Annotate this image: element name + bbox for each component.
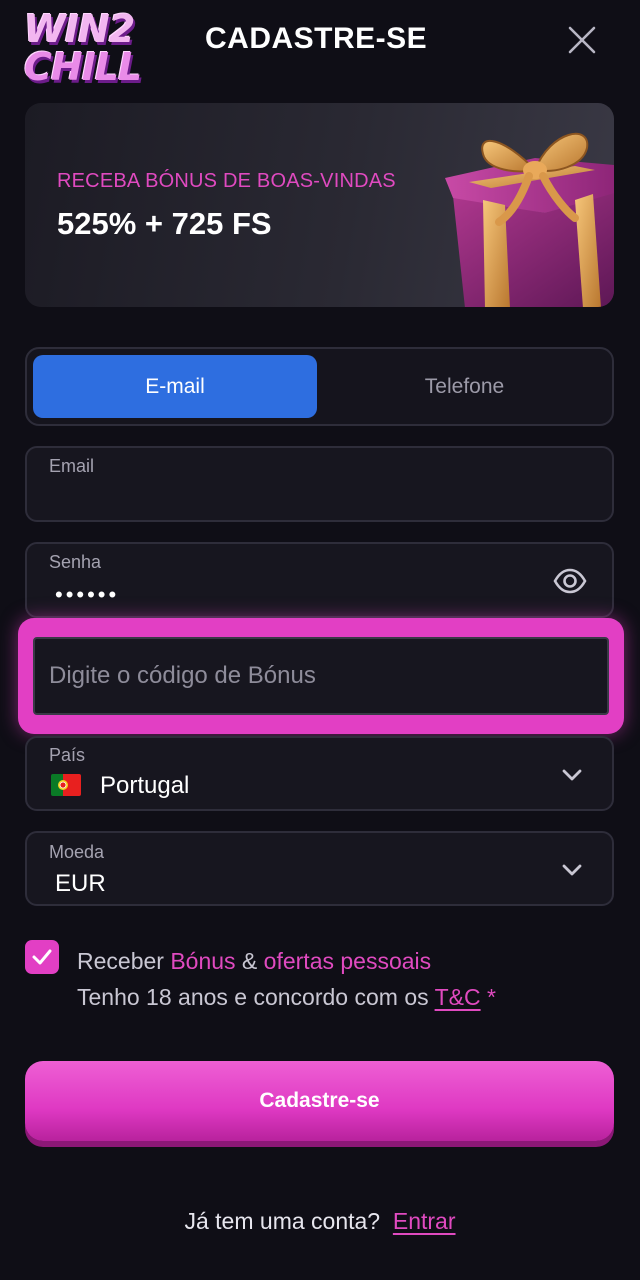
consent-text: Receber Bónus & ofertas pessoais Tenho 1… [77,943,496,1015]
consent-checkbox[interactable] [25,940,59,974]
login-link[interactable]: Entrar [393,1208,456,1234]
country-label: País [49,745,86,765]
consent-amp: & [235,948,264,974]
welcome-bonus-banner: RECEBA BÓNUS DE BOAS-VINDAS 525% + 725 F… [25,103,614,307]
logo-line2: CHILL [24,45,142,89]
password-value[interactable]: •••••• [55,582,119,608]
chevron-down-icon[interactable] [557,855,587,885]
bonus-link[interactable]: Bónus [170,948,235,974]
offers-link[interactable]: ofertas pessoais [264,948,431,974]
tc-link[interactable]: T&C [435,984,481,1010]
tab-telefone[interactable]: Telefone [323,355,606,418]
consent-row: Receber Bónus & ofertas pessoais Tenho 1… [25,940,615,1020]
email-label: Email [49,456,95,476]
banner-headline: 525% + 725 FS [57,206,272,241]
win2chill-logo[interactable]: WIN2 CHILL [24,10,154,86]
checkmark-icon [32,949,52,965]
chevron-down-icon[interactable] [557,760,587,790]
bonus-code-field[interactable] [33,637,609,715]
register-button[interactable]: Cadastre-se [25,1061,614,1141]
portugal-flag-icon [51,774,81,796]
country-select[interactable]: País Portugal [25,736,614,811]
consent-prefix: Receber [77,948,171,974]
currency-label: Moeda [49,842,105,862]
currency-select[interactable]: Moeda EUR [25,831,614,906]
bonus-code-input[interactable] [35,639,607,713]
header: WIN2 CHILL CADASTRE-SE [0,0,640,90]
country-value: Portugal [100,772,190,799]
currency-value: EUR [55,870,106,897]
login-question: Já tem uma conta? [184,1208,381,1234]
eye-icon[interactable] [553,564,587,598]
logo-line1: WIN2 [24,7,135,51]
gift-box-icon [445,132,614,307]
bonus-code-highlight [18,618,624,734]
banner-subtitle: RECEBA BÓNUS DE BOAS-VINDAS [57,170,396,192]
tab-email[interactable]: E-mail [33,355,317,418]
close-icon[interactable] [566,24,598,56]
signup-method-tabs: E-mail Telefone [25,347,614,426]
email-field[interactable]: Email [25,446,614,522]
login-prompt: Já tem uma conta? Entrar [0,1208,640,1235]
password-label: Senha [49,552,102,572]
page-title: CADASTRE-SE [205,22,428,55]
required-asterisk: * [480,984,496,1010]
age-consent-text: Tenho 18 anos e concordo com os [77,984,435,1010]
password-field[interactable]: Senha •••••• [25,542,614,618]
